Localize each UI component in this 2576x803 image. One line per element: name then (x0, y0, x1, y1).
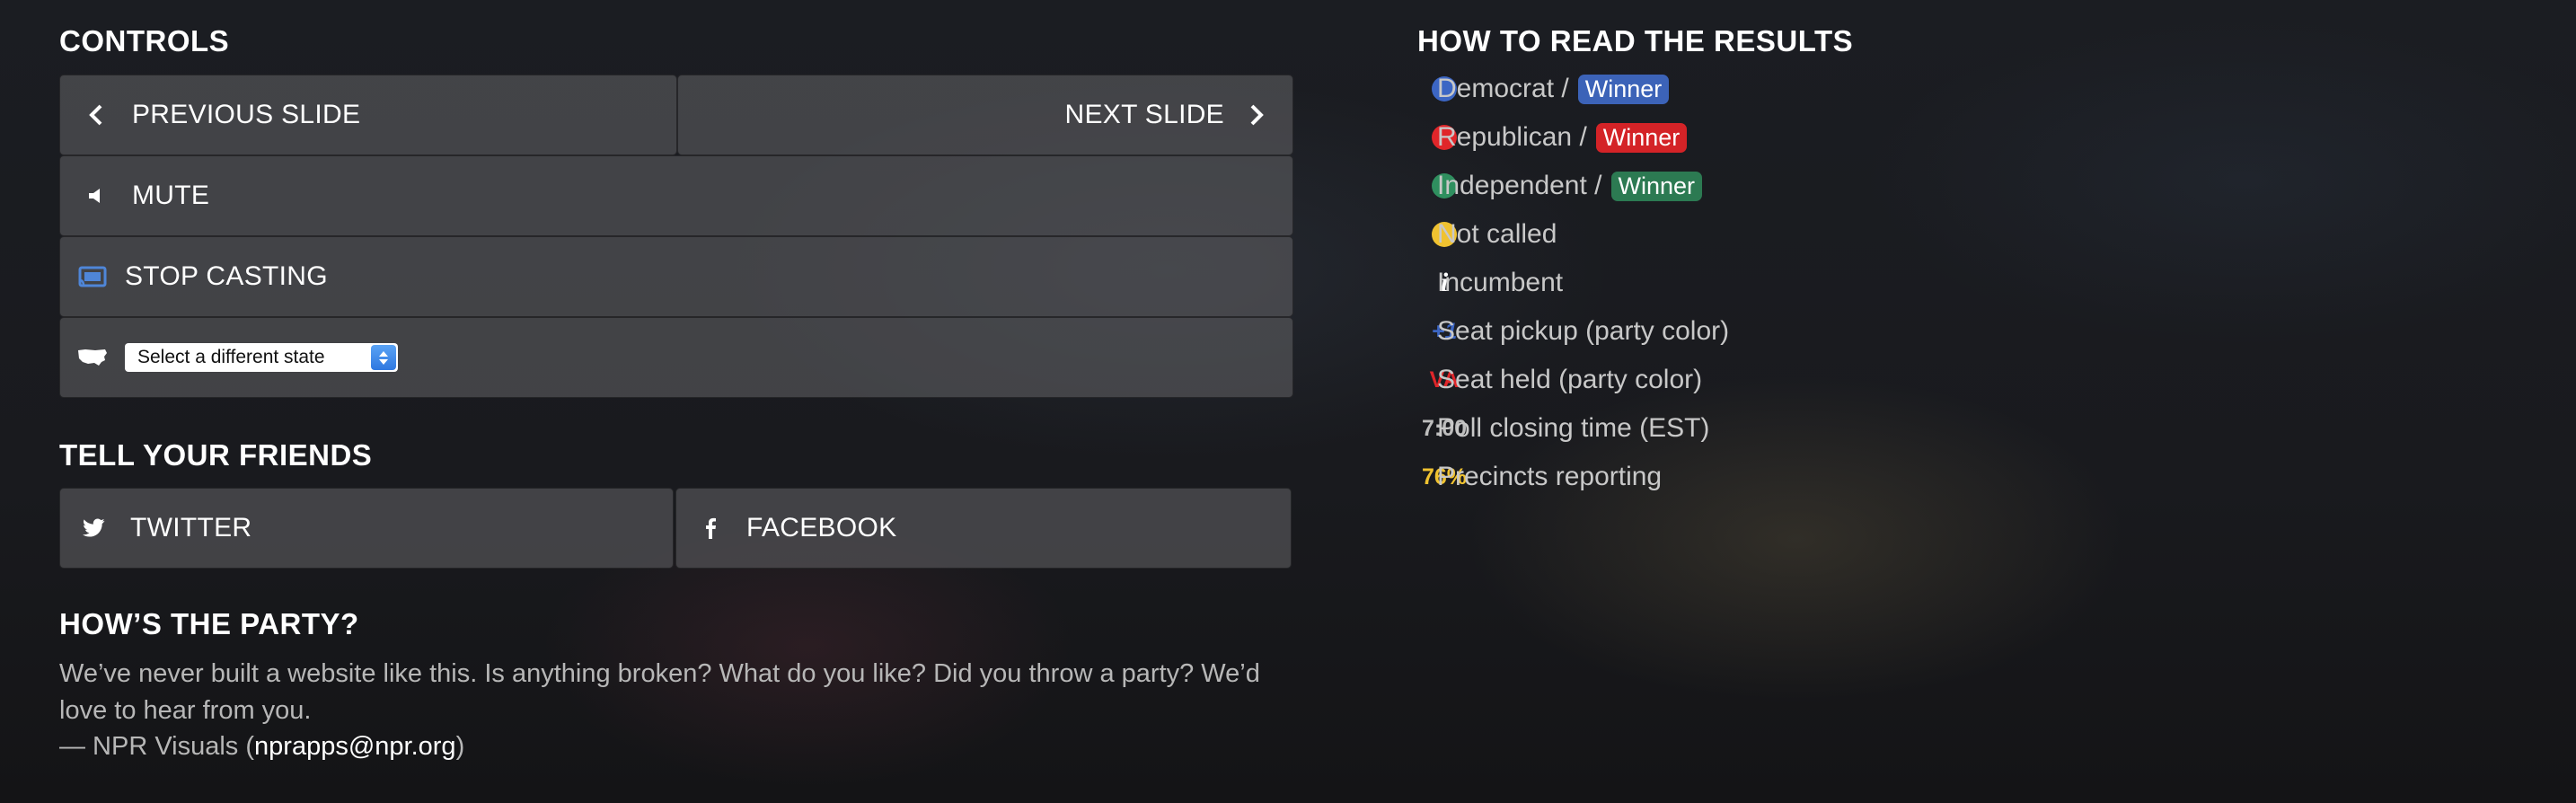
email-link[interactable]: nprapps@npr.org (254, 732, 456, 761)
legend-not-called: Not called (1437, 216, 1557, 252)
facebook-icon (694, 517, 727, 539)
legend-incumbent: Incumbent (1437, 265, 1563, 301)
speaker-icon (80, 186, 112, 206)
party-body: We’ve never built a website like this. I… (59, 659, 1260, 725)
controls-heading: CONTROLS (59, 24, 230, 57)
stop-casting-label: STOP CASTING (125, 261, 328, 291)
twitter-icon (78, 518, 110, 538)
legend-seat-pickup: Seat pickup (party color) (1437, 313, 1729, 349)
legend-label: Poll closing time (EST) (1437, 413, 1710, 443)
party-credit: — NPR Visuals (nprapps@npr.org) (59, 728, 1317, 765)
facebook-label: FACEBOOK (746, 513, 897, 543)
legend-label: Incumbent (1437, 268, 1564, 297)
party-heading: HOW’S THE PARTY? (59, 607, 359, 640)
credit-prefix: — NPR Visuals ( (59, 732, 255, 761)
select-arrows-icon (371, 345, 396, 370)
winner-badge: Winner (1610, 171, 1703, 201)
legend-label: Republican / (1437, 122, 1587, 152)
previous-slide-button[interactable]: PREVIOUS SLIDE (59, 75, 677, 155)
winner-badge: Winner (1595, 122, 1688, 153)
cast-icon (76, 266, 109, 287)
next-slide-label: NEXT SLIDE (1064, 100, 1224, 129)
twitter-label: TWITTER (130, 513, 252, 543)
state-select[interactable]: Select a different state (125, 343, 398, 372)
next-slide-button[interactable]: NEXT SLIDE (677, 75, 1293, 155)
previous-slide-label: PREVIOUS SLIDE (132, 100, 361, 129)
state-select-value: Select a different state (137, 347, 325, 367)
legend-label: Independent / (1437, 171, 1602, 200)
winner-badge: Winner (1577, 74, 1670, 104)
legend-label: Not called (1437, 219, 1557, 249)
legend-label: Seat held (party color) (1437, 365, 1703, 394)
chevron-left-icon (80, 103, 112, 127)
stop-casting-button[interactable]: STOP CASTING (59, 236, 1293, 317)
legend-label: Seat pickup (party color) (1437, 316, 1730, 346)
usa-map-icon (76, 348, 109, 367)
legend-precincts: Precincts reporting (1437, 459, 1662, 495)
legend-heading: HOW TO READ THE RESULTS (1417, 24, 1854, 57)
mute-button[interactable]: MUTE (59, 155, 1293, 236)
facebook-button[interactable]: FACEBOOK (675, 488, 1292, 569)
twitter-button[interactable]: TWITTER (59, 488, 674, 569)
legend-republican: Republican / Winner (1437, 119, 1688, 155)
chevron-right-icon (1240, 103, 1273, 127)
share-heading: TELL YOUR FRIENDS (59, 438, 373, 472)
credit-suffix: ) (455, 732, 465, 761)
state-select-row: Select a different state (59, 317, 1293, 398)
legend-seat-held: Seat held (party color) (1437, 362, 1702, 398)
mute-label: MUTE (132, 181, 210, 210)
legend-poll-closing: Poll closing time (EST) (1437, 410, 1709, 446)
legend-independent: Independent / Winner (1437, 168, 1703, 204)
legend-label: Precincts reporting (1437, 462, 1663, 491)
legend-label: Democrat / (1437, 74, 1569, 103)
legend-democrat: Democrat / Winner (1437, 71, 1670, 107)
